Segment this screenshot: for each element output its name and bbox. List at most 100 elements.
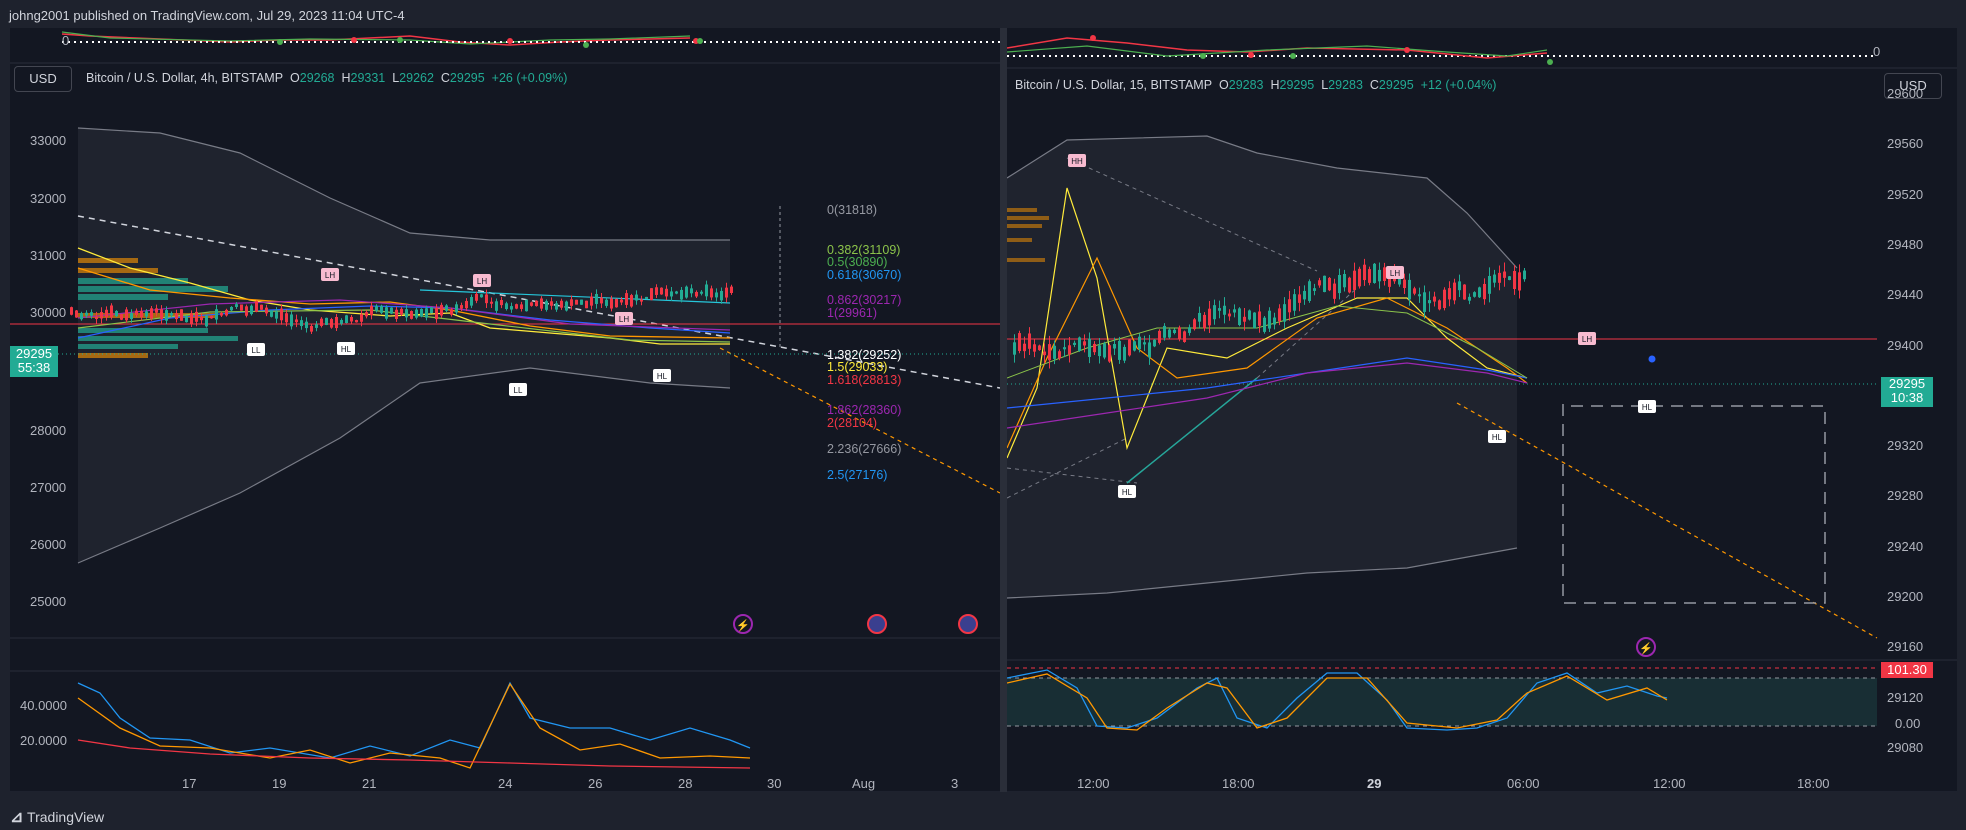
candle-body xyxy=(1048,344,1051,361)
candle-body xyxy=(290,314,293,327)
candle-body xyxy=(440,304,443,316)
tradingview-logo[interactable]: ⊿ TradingView xyxy=(10,807,104,827)
candle-body xyxy=(445,305,448,311)
candle-body xyxy=(260,304,263,310)
candle-body xyxy=(370,305,373,316)
candle-body xyxy=(1373,263,1376,283)
candle-body xyxy=(590,296,593,306)
time-axis-label: 18:00 xyxy=(1797,776,1830,791)
candle-body xyxy=(1198,312,1201,322)
time-axis-label: 17 xyxy=(182,776,197,791)
candle-body xyxy=(580,299,583,305)
candle-body xyxy=(1278,308,1281,322)
candle-body xyxy=(720,290,723,301)
chart-pane-15m[interactable]: HH LH LH HL HL HL 0 USD Bitcoin / U.S. Dollar… xyxy=(1007,28,1957,792)
candle-body xyxy=(490,301,493,304)
time-axis-label: 26 xyxy=(588,776,603,791)
candle-body xyxy=(70,307,73,315)
candle-body xyxy=(1418,294,1421,297)
price-axis-label: 27000 xyxy=(30,480,67,495)
candle-body xyxy=(1288,299,1291,313)
candle-body xyxy=(110,305,113,318)
change-value: +12 (+0.04%) xyxy=(1420,78,1497,92)
price-axis-label: 29200 xyxy=(1887,589,1924,604)
symbol-legend-4h[interactable]: Bitcoin / U.S. Dollar, 4h, BITSTAMP O292… xyxy=(86,71,567,85)
lightning-icon[interactable]: ⚡ xyxy=(1636,637,1656,657)
price-axis-label: 25000 xyxy=(30,594,67,609)
candle-body xyxy=(1103,343,1106,358)
candle-body xyxy=(430,307,433,314)
candle-body xyxy=(1108,345,1111,362)
candle-body xyxy=(185,315,188,323)
us-flag-icon[interactable] xyxy=(867,614,887,634)
publish-text: johng2001 published on TradingView.com, … xyxy=(9,8,405,23)
fib-level-label: 0.618(30670) xyxy=(827,268,902,282)
symbol-name: Bitcoin / U.S. Dollar, 15, BITSTAMP xyxy=(1015,78,1213,92)
candle-body xyxy=(1338,274,1341,294)
price-axis-label: 29560 xyxy=(1887,136,1924,152)
candle-body xyxy=(715,292,718,298)
price-axis-label: 29520 xyxy=(1887,186,1924,202)
candle-body xyxy=(230,306,233,311)
candle-body xyxy=(455,304,458,313)
candle-body xyxy=(570,299,573,306)
price-axis-label: 29080 xyxy=(1887,739,1924,755)
currency-button-left[interactable]: USD xyxy=(14,66,72,92)
candle-body xyxy=(1363,264,1366,281)
candle-body xyxy=(1193,319,1196,330)
candle-body xyxy=(125,309,128,321)
open-value: 29268 xyxy=(299,71,335,85)
candle-body xyxy=(115,310,118,317)
candle-body xyxy=(710,288,713,298)
candle-body xyxy=(560,300,563,308)
candle-body xyxy=(435,307,438,320)
candle-body xyxy=(690,288,693,294)
time-axis-label: 18:00 xyxy=(1222,776,1255,791)
candle-body xyxy=(350,316,353,322)
candle-body xyxy=(1083,341,1086,346)
lightning-icon[interactable]: ⚡ xyxy=(733,614,753,634)
time-axis-label: 29 xyxy=(1367,776,1382,791)
time-axis-label: 21 xyxy=(362,776,377,791)
candle-body xyxy=(1408,279,1411,300)
candle-body xyxy=(1483,283,1486,300)
candle-body xyxy=(385,307,388,319)
candle-body xyxy=(1178,327,1181,340)
candle-body xyxy=(450,309,453,315)
candle-body xyxy=(225,309,228,316)
candle-body xyxy=(310,325,313,332)
candle-body xyxy=(725,287,728,298)
price-axis-label: 29160 xyxy=(1887,639,1924,655)
chart-canvas-15m[interactable]: HH LH LH HL HL HL xyxy=(1007,28,1957,792)
candle-body xyxy=(300,320,303,327)
candle-body xyxy=(315,324,318,328)
candle-body xyxy=(1068,345,1071,355)
pane-divider[interactable] xyxy=(1000,28,1007,792)
fib-level-label: 1(29961) xyxy=(827,306,878,320)
fib-level-label: 2.236(27666) xyxy=(827,442,902,456)
candle-body xyxy=(1503,271,1506,278)
candle-body xyxy=(1413,288,1416,294)
candle-body xyxy=(675,291,678,294)
candle-body xyxy=(425,308,428,318)
open-value: 29283 xyxy=(1228,78,1264,92)
candle-body xyxy=(1218,308,1221,311)
candle-body xyxy=(1328,277,1331,291)
us-flag-icon[interactable] xyxy=(958,614,978,634)
candle-body xyxy=(255,301,258,312)
fib-level-label: 0.862(30217) xyxy=(827,293,902,307)
chart-pane-4h[interactable]: LH LH LH LL HL LL HL USD 0 Bitcoin / U.S. Doll… xyxy=(10,28,1000,792)
candle-body xyxy=(475,293,478,301)
candle-body xyxy=(240,304,243,311)
candle-body xyxy=(565,301,568,311)
candle-body xyxy=(145,311,148,317)
candle-body xyxy=(1308,281,1311,301)
time-axis-label: 12:00 xyxy=(1077,776,1110,791)
candle-body xyxy=(135,310,138,315)
candle-body xyxy=(1043,351,1046,356)
candle-body xyxy=(165,310,168,321)
price-axis-label: 29440 xyxy=(1887,287,1924,303)
candle-body xyxy=(1213,305,1216,320)
candle-body xyxy=(1113,344,1116,349)
symbol-legend-15m[interactable]: Bitcoin / U.S. Dollar, 15, BITSTAMP O292… xyxy=(1015,78,1496,92)
